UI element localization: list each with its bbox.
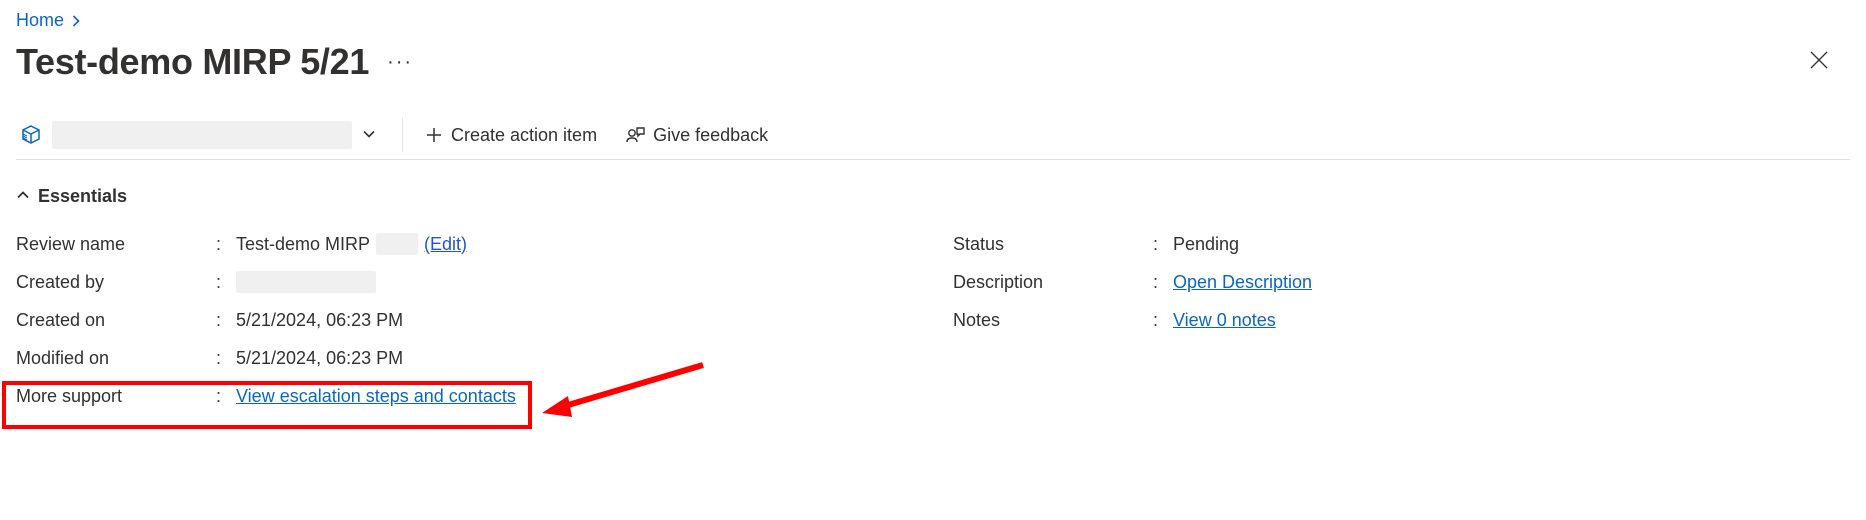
kv-review-name: Review name : Test-demo MIRP (Edit) — [16, 225, 913, 263]
kv-notes: Notes : View 0 notes — [953, 301, 1850, 339]
redacted-value — [376, 233, 418, 255]
page-title: Test-demo MIRP 5/21 — [16, 41, 369, 83]
create-action-item-button[interactable]: Create action item — [411, 121, 611, 150]
essentials-grid: Review name : Test-demo MIRP (Edit) Crea… — [16, 225, 1850, 415]
plus-icon — [425, 126, 443, 144]
kv-key: Review name — [16, 234, 216, 255]
kv-value: Test-demo MIRP (Edit) — [236, 233, 467, 255]
close-button[interactable] — [1802, 43, 1836, 82]
kv-value: 5/21/2024, 06:23 PM — [236, 348, 403, 369]
feedback-icon — [625, 125, 645, 145]
kv-description: Description : Open Description — [953, 263, 1850, 301]
redacted-value — [236, 271, 376, 293]
essentials-right-col: Status : Pending Description : Open Desc… — [953, 225, 1850, 415]
kv-key: Modified on — [16, 348, 216, 369]
close-icon — [1808, 49, 1830, 71]
toolbar-label: Create action item — [451, 125, 597, 146]
breadcrumb-home[interactable]: Home — [16, 10, 64, 31]
kv-value — [236, 271, 376, 293]
essentials-toggle[interactable]: Essentials — [16, 186, 1850, 207]
chevron-right-icon — [70, 15, 82, 27]
kv-value: View escalation steps and contacts — [236, 386, 516, 407]
kv-key: Created by — [16, 272, 216, 293]
kv-status: Status : Pending — [953, 225, 1850, 263]
kv-value: 5/21/2024, 06:23 PM — [236, 310, 403, 331]
chevron-up-icon — [16, 186, 30, 207]
view-notes-link[interactable]: View 0 notes — [1173, 310, 1276, 331]
toolbar-separator — [402, 118, 403, 152]
more-actions-button[interactable]: ··· — [387, 51, 413, 74]
resource-picker-value — [52, 121, 352, 149]
kv-key: Notes — [953, 310, 1153, 331]
kv-key: Created on — [16, 310, 216, 331]
resource-picker[interactable] — [16, 117, 386, 153]
kv-modified-on: Modified on : 5/21/2024, 06:23 PM — [16, 339, 913, 377]
essentials-label: Essentials — [38, 186, 127, 207]
essentials-left-col: Review name : Test-demo MIRP (Edit) Crea… — [16, 225, 913, 415]
kv-more-support: More support : View escalation steps and… — [16, 377, 913, 415]
review-name-value: Test-demo MIRP — [236, 234, 370, 255]
breadcrumb: Home — [16, 10, 1850, 31]
kv-value: Open Description — [1173, 272, 1312, 293]
toolbar: Create action item Give feedback — [16, 117, 1850, 160]
package-icon — [20, 124, 42, 146]
kv-key: Status — [953, 234, 1153, 255]
toolbar-label: Give feedback — [653, 125, 768, 146]
give-feedback-button[interactable]: Give feedback — [611, 121, 782, 150]
kv-key: More support — [16, 386, 216, 407]
open-description-link[interactable]: Open Description — [1173, 272, 1312, 293]
kv-created-by: Created by : — [16, 263, 913, 301]
kv-created-on: Created on : 5/21/2024, 06:23 PM — [16, 301, 913, 339]
kv-key: Description — [953, 272, 1153, 293]
kv-value: Pending — [1173, 234, 1239, 255]
edit-review-name-link[interactable]: (Edit) — [424, 234, 467, 255]
kv-value: View 0 notes — [1173, 310, 1276, 331]
view-escalation-link[interactable]: View escalation steps and contacts — [236, 386, 516, 407]
chevron-down-icon — [362, 125, 376, 146]
title-row: Test-demo MIRP 5/21 ··· — [16, 41, 1850, 83]
